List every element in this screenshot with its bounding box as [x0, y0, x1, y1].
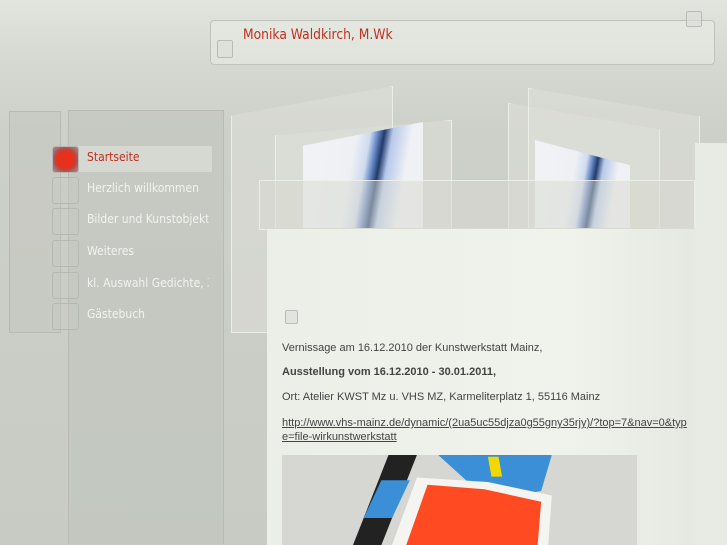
glass-panel — [259, 180, 695, 230]
vernissage-text: Vernissage am 16.12.2010 der Kunstwerkst… — [282, 342, 543, 354]
nav-item-herzlich-willkommen[interactable]: Herzlich willkommen — [52, 177, 222, 204]
vhs-link[interactable]: http://www.vhs-mainz.de/dynamic/(2ua5uc5… — [282, 416, 692, 444]
decor-square — [285, 310, 298, 324]
decor-square — [217, 40, 233, 58]
nav-item-gaestebuch[interactable]: Gästebuch — [52, 303, 222, 330]
exhibition-dates: Ausstellung vom 16.12.2010 - 30.01.2011, — [282, 366, 497, 378]
nav-bullet-icon — [52, 240, 79, 267]
nav-item-startseite[interactable]: Startseite — [52, 146, 213, 173]
location-text: Ort: Atelier KWST Mz u. VHS MZ, Karmelit… — [282, 391, 601, 403]
nav-item-weiteres[interactable]: Weiteres — [52, 240, 222, 267]
nav-item-bilder[interactable]: Bilder und Kunstobjekte — [52, 208, 222, 235]
site-title[interactable]: Monika Waldkirch, M.Wk — [243, 27, 393, 43]
nav-bullet-icon — [52, 303, 79, 330]
nav-bullet-icon — [52, 272, 79, 299]
side-panel — [695, 143, 727, 545]
nav-item-gedichte[interactable]: kl. Auswahl Gedichte, Zitate — [52, 272, 222, 299]
nav-bullet-icon — [52, 146, 79, 173]
nav-bullet-icon — [52, 208, 79, 235]
decor-square — [686, 11, 702, 27]
exhibition-photo[interactable] — [282, 455, 637, 545]
nav-bullet-icon — [52, 177, 79, 204]
